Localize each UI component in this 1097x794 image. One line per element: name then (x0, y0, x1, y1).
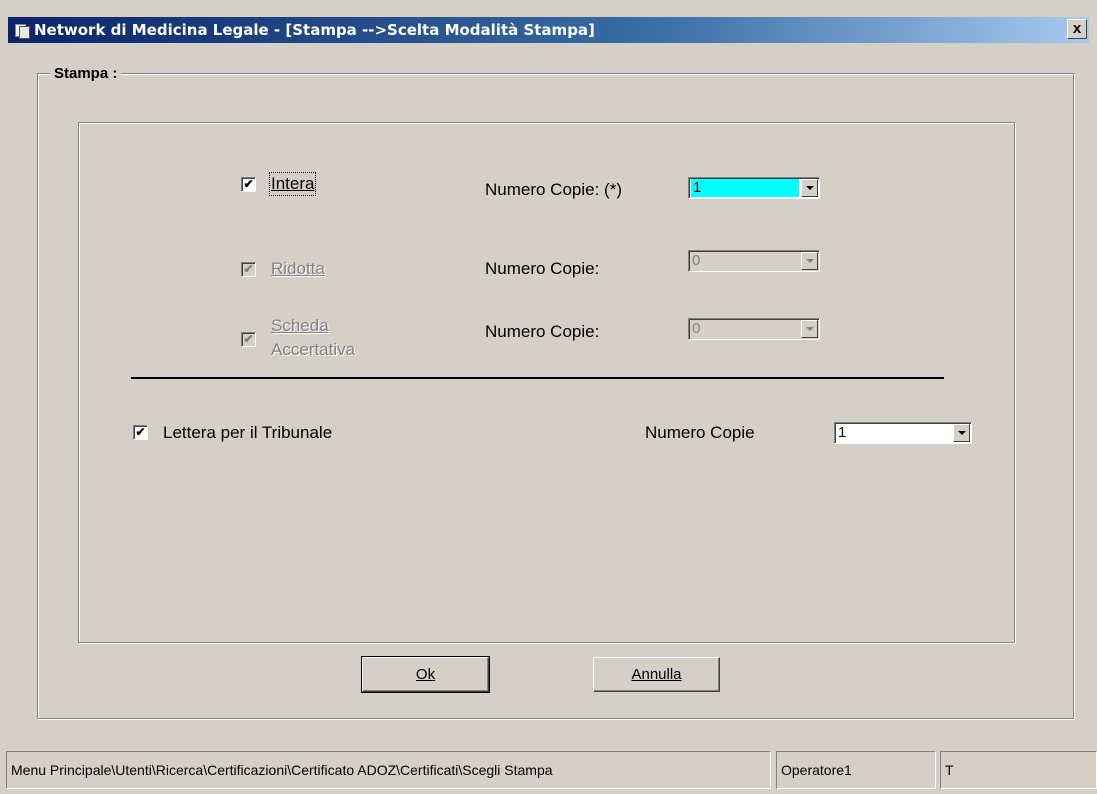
chevron-down-icon[interactable] (801, 320, 818, 338)
intera-label: Intera (268, 172, 317, 196)
chevron-down-icon[interactable] (801, 252, 818, 270)
status-path: Menu Principale\Utenti\Ricerca\Certifica… (6, 751, 771, 789)
ok-button-label: Ok (415, 666, 436, 683)
ridotta-label: Ridotta (271, 259, 325, 279)
ridotta-checkbox[interactable]: ✔ (241, 262, 256, 277)
close-button[interactable]: x (1067, 19, 1087, 39)
lettera-checkbox[interactable]: ✔ (133, 425, 148, 440)
scheda-checkbox[interactable]: ✔ (241, 332, 256, 347)
scheda-copies-label: Numero Copie: (485, 322, 600, 341)
scheda-label-text: Scheda (271, 316, 329, 335)
lettera-copies-label: Numero Copie (645, 423, 755, 442)
ok-button[interactable]: Ok (361, 656, 490, 693)
print-groupbox-legend: Stampa : (50, 65, 122, 82)
intera-copies-select[interactable]: 1 (688, 177, 820, 199)
lettera-label: Lettera per il Tribunale (163, 423, 333, 442)
scheda-copies-value: 0 (692, 320, 701, 337)
options-panel (78, 122, 1015, 643)
chevron-down-icon[interactable] (953, 424, 970, 442)
intera-checkbox[interactable]: ✔ (241, 177, 256, 192)
ridotta-copies-value: 0 (692, 252, 701, 269)
app-icon (14, 23, 30, 39)
ridotta-copies-select[interactable]: 0 (688, 250, 820, 272)
scheda-label-line1: Scheda (271, 316, 329, 336)
intera-copies-value: 1 (691, 179, 799, 197)
window-title: Network di Medicina Legale - [Stampa -->… (34, 21, 595, 39)
status-user: Operatore1 (776, 751, 936, 789)
ridotta-label-text: Ridotta (271, 259, 325, 278)
lettera-copies-value: 1 (838, 424, 847, 441)
scheda-copies-select[interactable]: 0 (688, 318, 820, 340)
cancel-button-label: Annulla (631, 666, 682, 683)
ridotta-copies-label: Numero Copie: (485, 259, 600, 278)
status-extra: T (940, 751, 1097, 789)
chevron-down-icon[interactable] (801, 179, 818, 197)
cancel-button[interactable]: Annulla (593, 657, 720, 692)
intera-copies-label: Numero Copie: (*) (485, 180, 622, 199)
intera-label-text: Intera (271, 174, 315, 193)
status-bar: Menu Principale\Utenti\Ricerca\Certifica… (6, 751, 1097, 789)
title-bar: Network di Medicina Legale - [Stampa -->… (8, 17, 1089, 43)
lettera-copies-select[interactable]: 1 (834, 422, 972, 444)
separator-line (131, 377, 944, 379)
scheda-label-line2: Accertativa (271, 340, 356, 359)
